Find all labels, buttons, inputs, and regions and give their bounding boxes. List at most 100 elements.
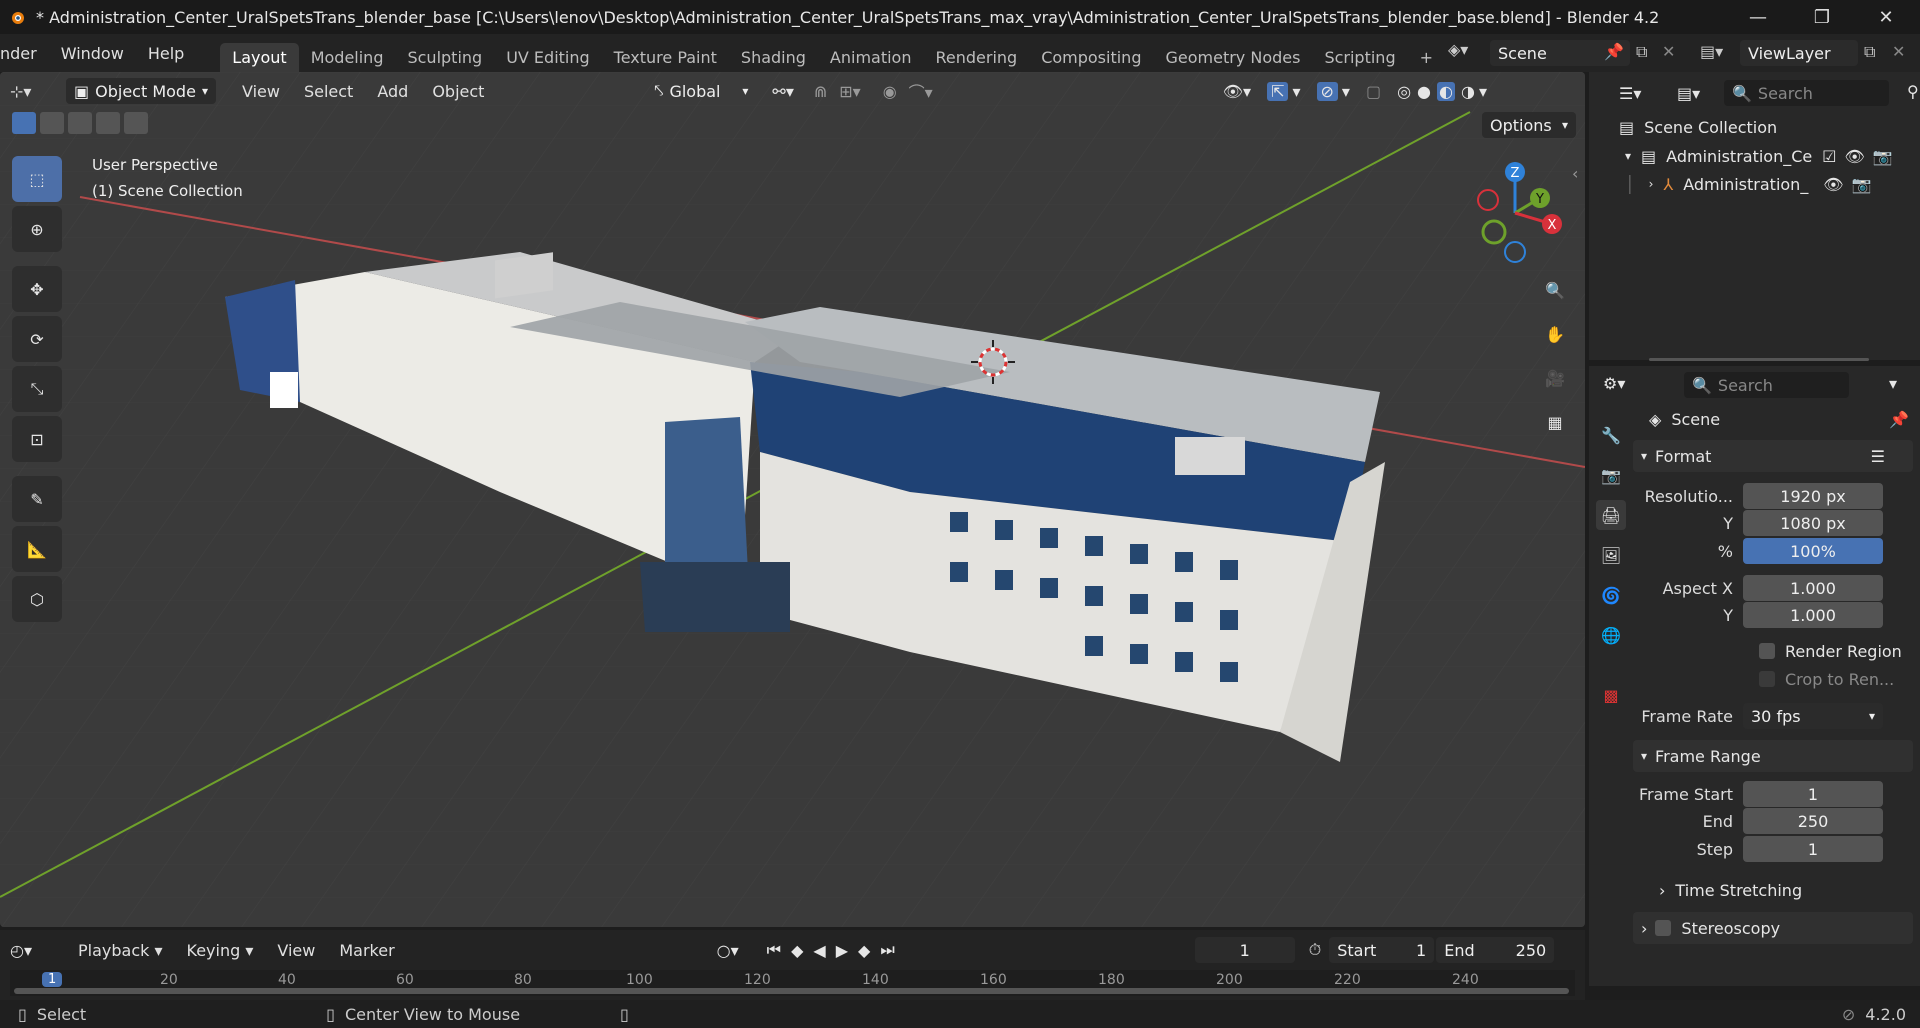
shading-menu-icon[interactable]: ▾ <box>1479 82 1487 101</box>
measure-tool-icon[interactable]: 📐 <box>12 526 62 572</box>
snap-icon[interactable]: ⋒ <box>814 82 827 101</box>
view-layer-selector[interactable]: ViewLayer <box>1740 40 1858 66</box>
select-box-extend-icon[interactable] <box>40 112 64 134</box>
maximize-icon[interactable]: ❐ <box>1792 0 1852 34</box>
timeline-ruler[interactable]: 1 20 40 60 80 100 120 140 160 180 200 22… <box>10 970 1575 996</box>
editor-type-icon[interactable]: ⚙▾ <box>1603 374 1625 393</box>
properties-search-field[interactable]: 🔍 Search <box>1684 372 1849 398</box>
camera-icon[interactable]: 📷 <box>1873 147 1893 166</box>
next-keyframe-icon[interactable]: ◆ <box>858 941 870 960</box>
delete-scene-icon[interactable]: ✕ <box>1662 42 1675 61</box>
frame-step-field[interactable]: 1 <box>1743 836 1883 862</box>
render-region-row[interactable]: Render Region <box>1759 637 1920 665</box>
tab-shading[interactable]: Shading <box>729 43 818 72</box>
zoom-icon[interactable]: 🔍 <box>1535 270 1575 310</box>
select-box-subtract-icon[interactable] <box>68 112 92 134</box>
view-layer-icon[interactable]: ▤▾ <box>1700 42 1723 61</box>
menu-add[interactable]: Add <box>365 82 420 101</box>
gizmo-menu-icon[interactable]: ▾ <box>1292 82 1300 101</box>
time-stretching-subpanel[interactable]: › Time Stretching <box>1659 876 1920 904</box>
xray-icon[interactable]: ▢ <box>1366 82 1381 101</box>
new-view-layer-icon[interactable]: ⧉ <box>1864 42 1875 62</box>
menu-window[interactable]: Window <box>49 44 136 63</box>
transform-tool-icon[interactable]: ⊡ <box>12 416 62 462</box>
outliner-search-field[interactable]: 🔍 Search <box>1724 80 1889 106</box>
select-box-intersect-icon[interactable] <box>124 112 148 134</box>
annotate-tool-icon[interactable]: ✎ <box>12 476 62 522</box>
transform-orientation-selector[interactable]: ⤣ Global ▾ <box>646 78 756 104</box>
outliner-row[interactable]: ▾ ▤ Administration_Ce ☑ 👁 📷 <box>1625 142 1915 170</box>
add-workspace-button[interactable]: + <box>1408 43 1445 72</box>
menu-view[interactable]: View <box>230 82 292 101</box>
presets-icon[interactable]: ☰ <box>1871 447 1885 466</box>
visibility-icon[interactable]: 👁▾ <box>1223 82 1251 101</box>
tab-rendering[interactable]: Rendering <box>923 43 1029 72</box>
outliner-row[interactable]: │ › ⅄ Administration_ 👁 📷 <box>1625 170 1915 198</box>
select-box-invert-icon[interactable] <box>96 112 120 134</box>
cursor-tool-icon[interactable]: ⊕ <box>12 206 62 252</box>
material-shading-icon[interactable]: ◐ <box>1437 81 1455 101</box>
end-frame-field[interactable]: End 250 <box>1436 937 1555 963</box>
resolution-percent-slider[interactable]: 100% <box>1743 538 1883 564</box>
falloff-icon[interactable]: ⌒▾ <box>909 79 933 103</box>
frame-rate-select[interactable]: 30 fps ▾ <box>1743 703 1883 729</box>
navigation-gizmo[interactable]: Z Y X <box>1460 158 1570 268</box>
chevron-down-icon[interactable]: ▾ <box>1889 374 1897 393</box>
options-button[interactable]: Options ▾ <box>1482 112 1576 138</box>
checkbox-icon[interactable] <box>1655 920 1672 936</box>
frame-range-panel-header[interactable]: ▾ Frame Range <box>1633 740 1913 772</box>
outliner-root[interactable]: ▤ Scene Collection <box>1619 114 1909 140</box>
snap-target-icon[interactable]: ⊞▾ <box>839 82 860 101</box>
resolution-y-field[interactable]: 1080 px <box>1743 510 1883 536</box>
gizmo-toggle-icon[interactable]: ⇱ <box>1267 81 1289 101</box>
rotate-tool-icon[interactable]: ⟳ <box>12 316 62 362</box>
add-cube-tool-icon[interactable]: ⬡ <box>12 576 62 622</box>
move-tool-icon[interactable]: ✥ <box>12 266 62 312</box>
checkbox-icon[interactable] <box>1759 643 1775 659</box>
tool-tab-icon[interactable]: 🔧 <box>1596 420 1626 450</box>
view-layer-tab-icon[interactable]: 🖼 <box>1596 540 1626 570</box>
overlays-icon[interactable]: ⊘ <box>1316 81 1338 101</box>
sidebar-toggle-icon[interactable]: ‹ <box>1572 164 1578 183</box>
tab-compositing[interactable]: Compositing <box>1029 43 1153 72</box>
checkbox-icon[interactable]: ☑ <box>1822 147 1836 166</box>
tab-geometry-nodes[interactable]: Geometry Nodes <box>1153 43 1312 72</box>
output-tab-icon[interactable]: 🖨 <box>1596 500 1626 530</box>
chevron-right-icon[interactable]: › <box>1649 177 1654 191</box>
3d-viewport[interactable]: ⊹▾ ▣ Object Mode ▾ View Select Add Objec… <box>0 72 1585 927</box>
crop-row[interactable]: Crop to Ren... <box>1759 665 1920 693</box>
editor-type-icon[interactable]: ◴▾ <box>10 941 56 960</box>
stereoscopy-panel-header[interactable]: › Stereoscopy <box>1633 912 1913 944</box>
menu-select[interactable]: Select <box>292 82 365 101</box>
menu-file[interactable]: nder <box>0 44 49 63</box>
mode-selector[interactable]: ▣ Object Mode ▾ <box>66 78 216 104</box>
delete-view-layer-icon[interactable]: ✕ <box>1892 42 1905 61</box>
editor-type-icon[interactable]: ☰▾ <box>1619 84 1641 103</box>
pin-icon[interactable]: 📌 <box>1889 410 1909 429</box>
menu-view[interactable]: View <box>265 941 327 960</box>
proportional-edit-icon[interactable]: ◉ <box>883 82 897 101</box>
aspect-y-field[interactable]: 1.000 <box>1743 602 1883 628</box>
format-panel-header[interactable]: ▾ Format ☰ <box>1633 440 1913 472</box>
minimize-icon[interactable]: — <box>1728 0 1788 34</box>
jump-start-icon[interactable]: ⏮ <box>767 940 781 960</box>
resolution-x-field[interactable]: 1920 px <box>1743 483 1883 509</box>
frame-end-field[interactable]: 250 <box>1743 808 1883 834</box>
playhead[interactable]: 1 <box>42 972 63 987</box>
auto-keying-icon[interactable]: ○▾ <box>717 941 739 960</box>
overlays-menu-icon[interactable]: ▾ <box>1342 82 1350 101</box>
current-frame-field[interactable]: 1 <box>1194 937 1295 963</box>
menu-help[interactable]: Help <box>136 44 196 63</box>
editor-type-icon[interactable]: ⊹▾ <box>10 82 50 101</box>
tab-modeling[interactable]: Modeling <box>299 43 396 72</box>
scene-type-icon[interactable]: ◈▾ <box>1448 40 1468 59</box>
pin-scene-icon[interactable]: 📌 <box>1604 42 1624 61</box>
solid-shading-icon[interactable]: ● <box>1417 82 1431 101</box>
menu-playback[interactable]: Playback ▾ <box>66 941 175 960</box>
prev-keyframe-icon[interactable]: ◆ <box>791 941 803 960</box>
tab-texture-paint[interactable]: Texture Paint <box>602 43 729 72</box>
menu-keying[interactable]: Keying ▾ <box>175 941 266 960</box>
display-mode-icon[interactable]: ▤▾ <box>1677 84 1700 103</box>
new-scene-icon[interactable]: ⧉ <box>1636 42 1647 62</box>
ortho-grid-icon[interactable]: ▦ <box>1535 402 1575 442</box>
